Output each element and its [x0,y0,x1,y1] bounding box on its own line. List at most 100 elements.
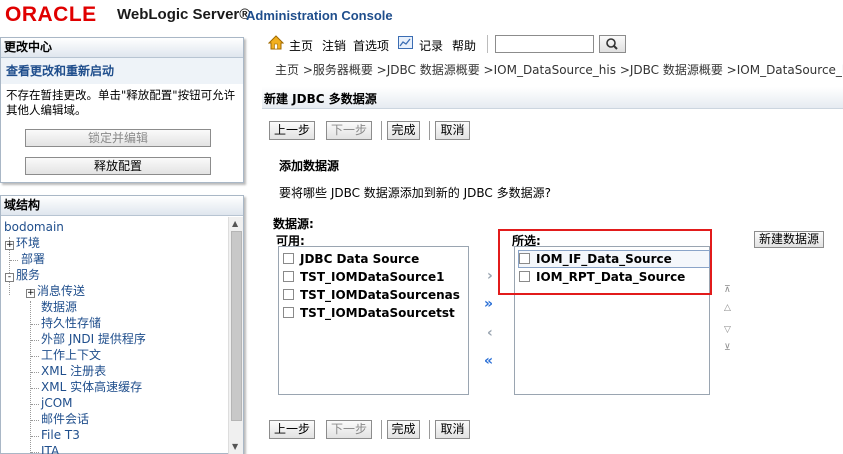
domain-structure-panel: 域结构 bodomain + 环境 部署 - 服务 + 消息传送 数据源 持久性存储 … [0,195,244,454]
datasource-label: 数据源: [273,217,314,231]
tree-scrollbar[interactable]: ▲ ▼ [228,217,243,454]
move-all-right-icon[interactable]: » [484,296,493,312]
tree-item-label: 外部 JNDI 提供程序 [41,332,146,346]
tree-item-datasource[interactable]: 数据源 [41,299,77,315]
tree-connector [31,372,39,373]
list-item-label: JDBC Data Source [300,252,420,266]
tree-item-label: 服务 [16,268,41,282]
checkbox[interactable] [283,307,294,318]
tree-item-xml-cache[interactable]: XML 实体高速缓存 [41,379,142,395]
search-button[interactable] [599,35,626,53]
question-text: 要将哪些 JDBC 数据源添加到新的 JDBC 多数据源? [279,186,551,200]
expand-plus-icon[interactable]: + [5,241,14,250]
tree-item-services[interactable]: - 服务 [5,267,40,283]
expand-plus-icon[interactable]: + [26,289,35,298]
button-divider [429,420,430,439]
page-title: 新建 JDBC 多数据源 [264,92,377,106]
tree-connector [31,436,39,437]
preferences-link[interactable]: 首选项 [353,37,389,54]
section-title: 添加数据源 [279,159,340,173]
help-link[interactable]: 帮助 [452,37,476,54]
change-center-description: 不存在暂挂更改。单击"释放配置"按钮可允许其他人编辑域。 [6,88,236,117]
tree-item-label: bodomain [4,220,64,234]
tree-item-mail-session[interactable]: 邮件会话 [41,411,89,427]
change-center-link-row: 查看更改和重新启动 [1,58,243,84]
tree-item-label: 持久性存储 [41,316,102,330]
tree-item-label: 消息传送 [37,284,86,298]
back-button-top[interactable]: 上一步 [269,121,315,140]
tree-connector [31,356,39,357]
record-icon[interactable] [398,36,413,49]
checkbox[interactable] [283,253,294,264]
home-link[interactable]: 主页 [289,37,313,54]
back-button-bottom[interactable]: 上一步 [269,420,315,439]
tree-item-deployments[interactable]: 部署 [21,251,45,267]
logout-link[interactable]: 注销 [322,37,346,54]
checkbox[interactable] [283,289,294,300]
tree-item-work-context[interactable]: 工作上下文 [41,347,101,363]
finish-button-bottom[interactable]: 完成 [387,420,420,439]
tree-connector [31,324,39,325]
tree-connector [31,404,39,405]
available-list[interactable]: JDBC Data Source TST_IOMDataSource1 TST_… [278,246,469,395]
list-item[interactable]: TST_IOMDataSourcenas [283,287,460,303]
move-left-icon[interactable]: ‹ [487,325,493,341]
move-all-left-icon[interactable]: « [484,353,493,369]
tree-item-jcom[interactable]: jCOM [41,395,73,411]
tree-item-label: JTA [41,444,60,454]
next-button-bottom[interactable]: 下一步 [326,420,372,439]
oracle-logo: ORACLE [5,3,97,26]
tree-item-label: 数据源 [41,300,78,314]
checkbox[interactable] [283,271,294,282]
list-item[interactable]: JDBC Data Source [283,251,419,267]
list-item-label: TST_IOMDataSource1 [300,270,445,284]
list-item-label: TST_IOMDataSourcetst [300,306,455,320]
header: ORACLE WebLogic Server® Administration C… [0,0,843,30]
record-link[interactable]: 记录 [419,37,443,54]
tree-item-label: XML 注册表 [41,364,107,378]
tree-item-persistent-store[interactable]: 持久性存储 [41,315,101,331]
tree-item-environment[interactable]: + 环境 [5,235,40,251]
move-bottom-icon[interactable]: ⊻ [724,343,731,353]
tree-item-label: 环境 [16,236,41,250]
tree-item-jndi[interactable]: 外部 JNDI 提供程序 [41,331,146,347]
highlight-annotation [498,229,712,295]
button-divider [381,121,382,140]
release-config-button[interactable]: 释放配置 [25,157,211,175]
tree-connector [31,340,39,341]
tree-item-xml-registry[interactable]: XML 注册表 [41,363,106,379]
cancel-button-bottom[interactable]: 取消 [435,420,470,439]
domain-tree: bodomain + 环境 部署 - 服务 + 消息传送 数据源 持久性存储 外部 J… [1,217,229,454]
tree-connector [31,388,39,389]
move-up-icon[interactable]: △ [724,303,731,313]
tree-item-root[interactable]: bodomain [4,219,64,235]
move-down-icon[interactable]: ▽ [724,325,731,335]
move-top-icon[interactable]: ⊼ [724,285,731,295]
tree-item-messaging[interactable]: + 消息传送 [26,283,85,299]
breadcrumb[interactable]: 主页 >服务器概要 >JDBC 数据源概要 >IOM_DataSource_hi… [275,61,843,78]
next-button-top[interactable]: 下一步 [326,121,372,140]
scroll-down-icon[interactable]: ▼ [232,442,238,451]
lock-and-edit-button[interactable]: 锁定并编辑 [25,129,211,147]
tree-item-label: 工作上下文 [41,348,102,362]
home-icon[interactable] [268,35,284,50]
list-item-label: TST_IOMDataSourcenas [300,288,460,302]
move-right-icon[interactable]: › [487,268,493,284]
list-item[interactable]: TST_IOMDataSourcetst [283,305,455,321]
tree-item-label: 部署 [21,252,46,266]
tree-item-jta[interactable]: JTA [41,443,59,454]
button-divider [429,121,430,140]
toolbar-divider [487,35,488,53]
product-name: WebLogic Server® [117,6,251,23]
cancel-button-top[interactable]: 取消 [435,121,470,140]
scroll-up-icon[interactable]: ▲ [232,219,238,228]
tree-item-label: 邮件会话 [41,412,90,426]
scrollbar-thumb[interactable] [231,231,242,421]
finish-button-top[interactable]: 完成 [387,121,420,140]
collapse-minus-icon[interactable]: - [5,273,14,282]
view-changes-link[interactable]: 查看更改和重新启动 [6,64,114,78]
search-input[interactable] [495,35,594,53]
list-item[interactable]: TST_IOMDataSource1 [283,269,444,285]
tree-item-file-t3[interactable]: File T3 [41,427,80,443]
new-datasource-button[interactable]: 新建数据源 [754,231,824,248]
